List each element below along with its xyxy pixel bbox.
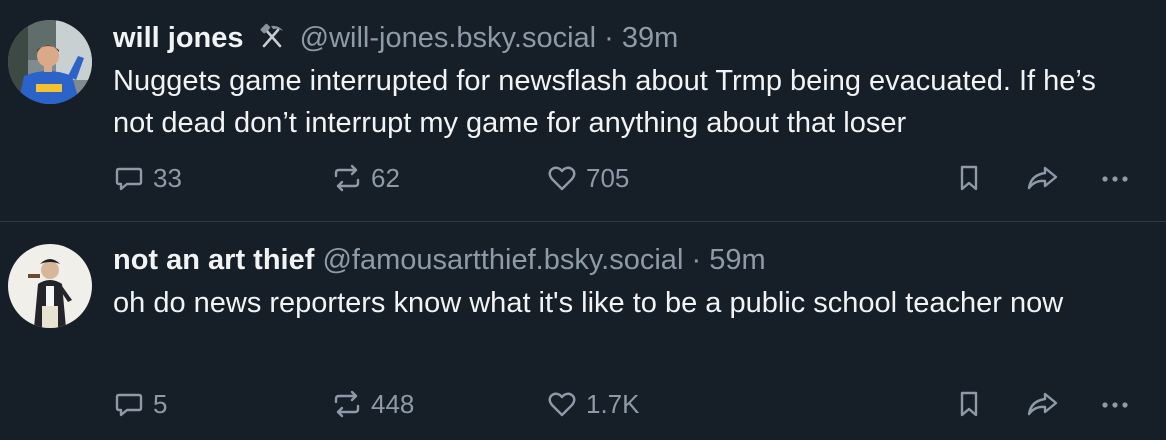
share-button[interactable] [1025, 384, 1059, 424]
post-actions: 33 62 705 [113, 158, 1143, 198]
post-content: not an art thief @famousartthief.bsky.so… [113, 240, 1146, 324]
reply-count: 5 [153, 388, 168, 419]
more-options-button[interactable] [1098, 384, 1132, 424]
post-text: Nuggets game interrupted for newsflash a… [113, 65, 1096, 139]
separator-dot: · [691, 244, 702, 276]
share-icon [1025, 388, 1059, 420]
like-count: 705 [586, 162, 630, 193]
separator-dot: · [604, 22, 614, 54]
like-count: 1.7K [586, 388, 640, 419]
avatar[interactable] [8, 20, 92, 104]
reply-button[interactable]: 33 [113, 158, 182, 198]
heart-icon [546, 388, 578, 420]
post-header: will jones @will-jones.bsky.social · 39m [113, 18, 1146, 58]
reply-button[interactable]: 5 [113, 384, 167, 424]
avatar[interactable] [8, 244, 92, 328]
bookmark-icon [953, 388, 985, 420]
reply-icon [113, 388, 145, 420]
post-actions: 5 448 1.7K [113, 384, 1143, 424]
post-text: oh do news reporters know what it's like… [113, 287, 1064, 319]
handle[interactable]: @famousartthief.bsky.social [322, 244, 683, 276]
timestamp[interactable]: 59m [709, 244, 765, 276]
repost-count: 62 [371, 162, 400, 193]
ellipsis-icon [1098, 162, 1132, 194]
like-button[interactable]: 1.7K [546, 384, 640, 424]
repost-icon [331, 162, 363, 194]
post-content: will jones @will-jones.bsky.social · 39m [113, 18, 1146, 144]
timestamp[interactable]: 39m [622, 22, 678, 54]
post-header: not an art thief @famousartthief.bsky.so… [113, 240, 1146, 280]
hammer-and-pick-icon [258, 21, 286, 49]
post[interactable]: not an art thief @famousartthief.bsky.so… [0, 221, 1166, 440]
handle[interactable]: @will-jones.bsky.social [300, 22, 596, 54]
display-name[interactable]: will jones [113, 22, 244, 54]
ellipsis-icon [1098, 388, 1132, 420]
post[interactable]: will jones @will-jones.bsky.social · 39m [0, 0, 1166, 221]
repost-button[interactable]: 448 [331, 384, 414, 424]
heart-icon [546, 162, 578, 194]
repost-button[interactable]: 62 [331, 158, 400, 198]
bookmark-icon [953, 162, 985, 194]
repost-icon [331, 388, 363, 420]
bookmark-button[interactable] [953, 158, 985, 198]
repost-count: 448 [371, 388, 415, 419]
share-button[interactable] [1025, 158, 1059, 198]
display-name[interactable]: not an art thief [113, 244, 314, 276]
reply-count: 33 [153, 162, 182, 193]
post-feed: will jones @will-jones.bsky.social · 39m [0, 0, 1166, 440]
bookmark-button[interactable] [953, 384, 985, 424]
like-button[interactable]: 705 [546, 158, 629, 198]
reply-icon [113, 162, 145, 194]
share-icon [1025, 162, 1059, 194]
more-options-button[interactable] [1098, 158, 1132, 198]
